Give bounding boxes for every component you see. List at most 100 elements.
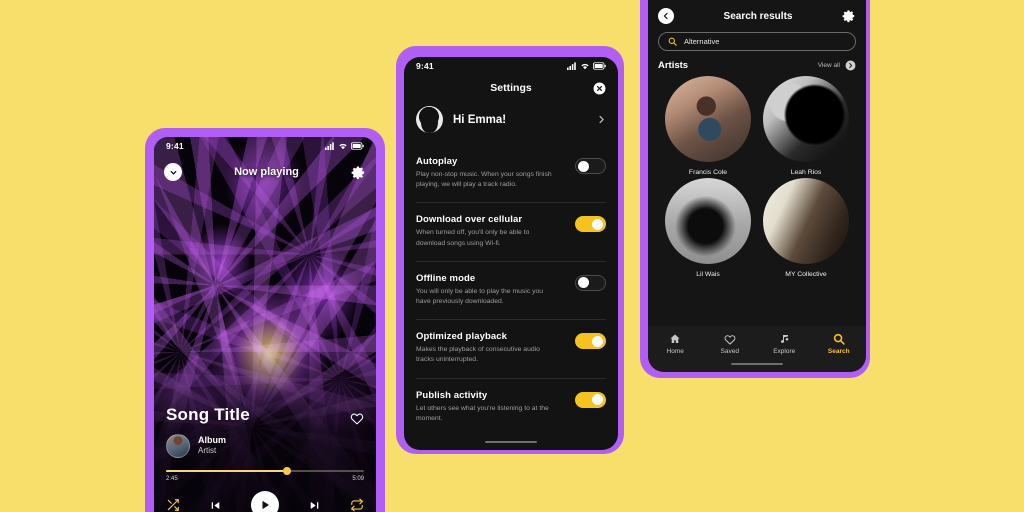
nav-label: Explore <box>773 348 796 355</box>
previous-button[interactable] <box>209 499 222 512</box>
search-query: Alternative <box>684 37 720 46</box>
profile-row[interactable]: Hi Emma! <box>404 101 618 145</box>
chevron-right-icon <box>599 115 604 124</box>
home-indicator <box>485 440 537 443</box>
nav-item-explore[interactable]: Explore <box>757 326 812 362</box>
setting-row-offline-mode[interactable]: Offline mode You will only be able to pl… <box>416 260 606 319</box>
shuffle-icon <box>167 499 179 511</box>
nav-item-search[interactable]: Search <box>812 326 867 362</box>
avatar <box>416 106 443 133</box>
close-circle-icon[interactable] <box>593 82 606 95</box>
bottom-navigation: Home Saved Explore Search <box>648 326 866 372</box>
chevron-right-circle-icon[interactable] <box>845 60 856 71</box>
status-bar: 9:41 <box>154 137 376 155</box>
next-button[interactable] <box>308 499 321 512</box>
settings-phone: 9:41 Settings Hi Emma! Autoplay Play non… <box>396 46 624 454</box>
battery-icon <box>351 142 364 150</box>
artist-name: Artist <box>198 446 217 456</box>
page-title: Settings <box>490 82 532 94</box>
home-icon <box>670 334 680 343</box>
shuffle-button[interactable] <box>166 498 180 512</box>
setting-row-publish-activity[interactable]: Publish activity Let others see what you… <box>416 377 606 436</box>
artist-name: Francis Cole <box>688 169 728 176</box>
toggle-publish-activity[interactable] <box>575 391 606 408</box>
search-icon <box>833 333 845 345</box>
battery-icon <box>593 62 606 70</box>
seek-bar[interactable]: 2:45 5:09 <box>166 467 364 482</box>
play-icon <box>262 501 269 509</box>
wifi-icon <box>339 143 347 150</box>
setting-description: Play non-stop music. When your songs fin… <box>416 171 552 189</box>
artist-avatar <box>665 76 751 162</box>
status-time: 9:41 <box>166 141 184 151</box>
back-button[interactable] <box>658 8 674 24</box>
artist-card[interactable]: MY Collective <box>760 178 852 278</box>
album-thumbnail <box>166 434 190 458</box>
music-note-icon <box>781 335 789 344</box>
seek-fill <box>166 470 287 472</box>
gear-icon[interactable] <box>351 165 366 180</box>
toggle-autoplay[interactable] <box>575 158 606 174</box>
toggle-download-over-cellular[interactable] <box>575 216 606 233</box>
gear-icon[interactable] <box>842 9 856 23</box>
signal-icon <box>567 62 576 70</box>
setting-label: Publish activity <box>416 389 488 401</box>
setting-row-optimized-playback[interactable]: Optimized playback Makes the playback of… <box>416 319 606 377</box>
artist-avatar <box>763 76 849 162</box>
transport-controls <box>166 491 364 512</box>
artist-card[interactable]: Lil Wais <box>662 178 754 278</box>
settings-list: Autoplay Play non-stop music. When your … <box>404 145 618 436</box>
nav-label: Home <box>666 348 684 355</box>
nav-item-home[interactable]: Home <box>648 326 703 362</box>
setting-description: When turned off, you'll only be able to … <box>416 229 530 247</box>
view-all-label[interactable]: View all <box>818 62 840 69</box>
play-button[interactable] <box>251 491 279 512</box>
artist-name: Leah Rios <box>790 169 822 176</box>
artist-card[interactable]: Leah Rios <box>760 76 852 176</box>
artist-name: MY Collective <box>785 271 827 278</box>
search-results-phone: Search results Alternative Artists View … <box>640 0 870 378</box>
setting-label: Autoplay <box>416 156 458 167</box>
setting-row-download-over-cellular[interactable]: Download over cellular When turned off, … <box>416 202 606 260</box>
search-header: Search results <box>648 0 866 32</box>
search-icon <box>668 37 677 46</box>
artists-grid: Francis Cole Leah Rios Lil Wais MY Colle… <box>648 76 866 278</box>
search-input[interactable]: Alternative <box>658 32 856 51</box>
nav-label: Search <box>827 348 850 355</box>
search-results-screen: Search results Alternative Artists View … <box>648 0 866 372</box>
album-info-row[interactable]: Album Artist <box>166 434 364 458</box>
artist-avatar <box>763 178 849 264</box>
artist-card[interactable]: Francis Cole <box>662 76 754 176</box>
home-indicator <box>731 362 783 365</box>
setting-label: Offline mode <box>416 272 476 284</box>
heart-icon <box>724 334 736 345</box>
repeat-button[interactable] <box>350 498 364 512</box>
collapse-button[interactable] <box>164 163 182 181</box>
artists-section-header: Artists View all <box>648 51 866 76</box>
setting-label: Optimized playback <box>416 331 508 343</box>
nav-label: Saved <box>720 347 739 355</box>
skip-next-icon <box>310 501 319 509</box>
elapsed-time: 2:45 <box>166 476 178 482</box>
setting-row-autoplay[interactable]: Autoplay Play non-stop music. When your … <box>416 145 606 202</box>
greeting-text: Hi Emma! <box>453 113 507 126</box>
toggle-optimized-playback[interactable] <box>575 333 606 350</box>
status-time: 9:41 <box>416 61 434 71</box>
settings-screen: 9:41 Settings Hi Emma! Autoplay Play non… <box>404 57 618 450</box>
duration-time: 5:09 <box>352 476 364 482</box>
now-playing-screen: 9:41 Now playing Song Title Album Artist… <box>154 137 376 512</box>
heart-outline-icon[interactable] <box>350 412 364 425</box>
artist-avatar <box>665 178 751 264</box>
setting-description: Let others see what you're listening to … <box>416 404 549 422</box>
wifi-icon <box>581 63 589 70</box>
repeat-icon <box>351 498 363 512</box>
seek-knob[interactable] <box>282 467 291 475</box>
chevron-down-icon <box>170 170 176 175</box>
toggle-offline-mode[interactable] <box>575 274 606 291</box>
song-title: Song Title <box>166 405 250 424</box>
now-playing-header: Now playing <box>154 155 376 189</box>
nav-item-saved[interactable]: Saved <box>703 326 758 362</box>
settings-header: Settings <box>404 75 618 101</box>
setting-description: You will only be able to play the music … <box>416 287 544 305</box>
setting-label: Download over cellular <box>416 214 523 226</box>
